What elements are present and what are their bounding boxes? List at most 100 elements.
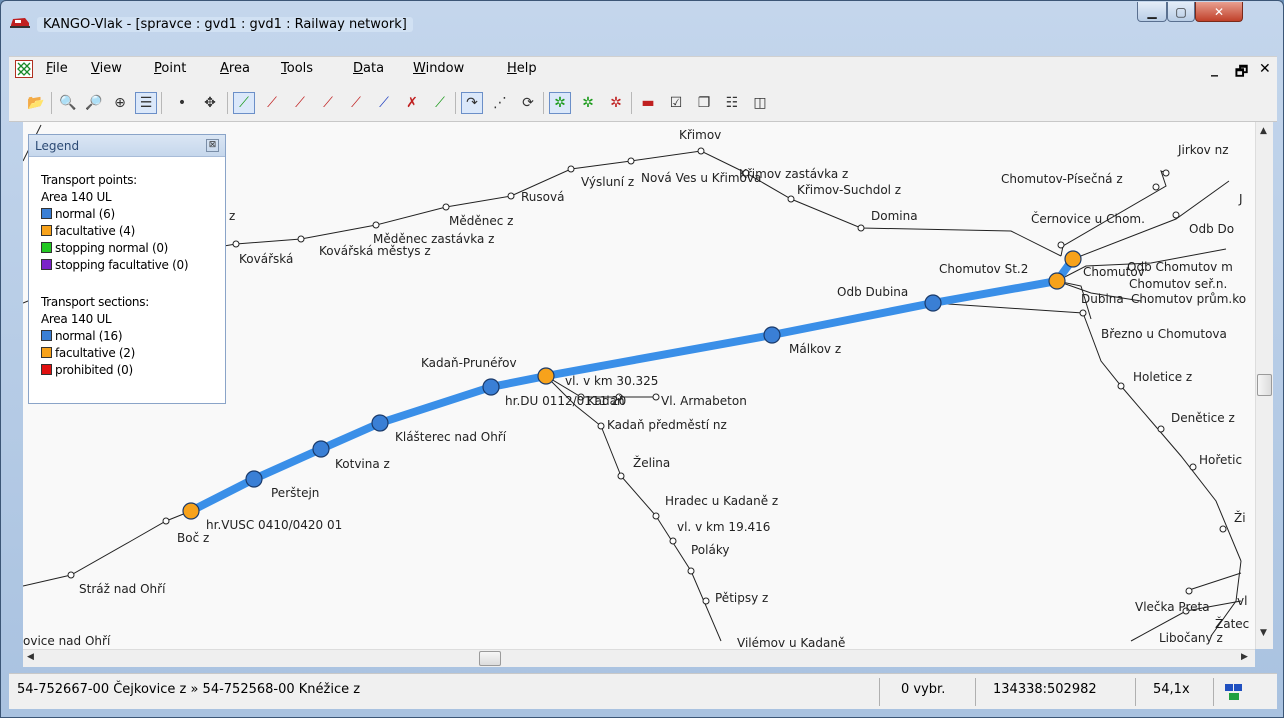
title-bar[interactable]: KANGO-Vlak - [spravce : gvd1 : gvd1 : Ra…: [1, 1, 1283, 49]
network-delete-icon[interactable]: ✲: [605, 92, 627, 114]
stop-marker[interactable]: [787, 195, 795, 203]
stop-marker[interactable]: [1117, 382, 1125, 390]
train-icon[interactable]: ▬: [637, 92, 659, 114]
map-label: z: [229, 209, 235, 223]
stop-marker[interactable]: [652, 512, 660, 520]
network-icon[interactable]: ✲: [549, 92, 571, 114]
normal-point[interactable]: [924, 294, 942, 312]
map-label: Kovářská městys z: [319, 244, 431, 258]
legend-swatch: [41, 330, 52, 341]
stop-marker[interactable]: [687, 567, 695, 575]
maximize-button[interactable]: ▢: [1167, 2, 1195, 22]
facultative-point[interactable]: [182, 502, 200, 520]
mdi-close-icon[interactable]: ✕: [1259, 61, 1271, 77]
route-refresh-icon[interactable]: ⟳: [517, 92, 539, 114]
vertical-scroll-thumb[interactable]: [1257, 374, 1272, 396]
checklist-icon[interactable]: ☑: [665, 92, 687, 114]
normal-point[interactable]: [371, 414, 389, 432]
section-z-icon[interactable]: ⟋: [289, 92, 311, 114]
stop-marker[interactable]: [67, 571, 75, 579]
stop-marker[interactable]: [1157, 425, 1165, 433]
stop-marker[interactable]: [567, 165, 575, 173]
document-icon[interactable]: [15, 60, 33, 78]
track-line: [1082, 312, 1242, 562]
legend-close-icon[interactable]: ⊠: [206, 139, 219, 152]
facultative-point[interactable]: [1048, 272, 1066, 290]
menu-point[interactable]: Point: [154, 61, 186, 76]
map-label: ovice nad Ohří: [23, 634, 111, 648]
facultative-point[interactable]: [1064, 250, 1082, 268]
mdi-minimize-icon[interactable]: _: [1211, 61, 1218, 77]
menu-view[interactable]: View: [91, 61, 122, 76]
menu-help[interactable]: Help: [507, 61, 537, 76]
scroll-left-icon[interactable]: ◀: [27, 652, 34, 662]
map-label: Kotvina z: [335, 457, 390, 471]
stop-marker[interactable]: [1172, 211, 1180, 219]
horizontal-scroll-thumb[interactable]: [479, 651, 501, 666]
stop-marker[interactable]: [372, 221, 380, 229]
route-icon[interactable]: ↷: [461, 92, 483, 114]
section-select-icon[interactable]: ⟋: [429, 92, 451, 114]
menu-area[interactable]: Area: [220, 61, 250, 76]
section-delete-icon[interactable]: ✗: [401, 92, 423, 114]
stop-marker[interactable]: [857, 224, 865, 232]
stop-marker[interactable]: [442, 203, 450, 211]
stop-marker[interactable]: [1189, 463, 1197, 471]
point-add-icon[interactable]: •: [171, 92, 193, 114]
toolbar-separator: [631, 92, 632, 114]
windows-vertical-icon[interactable]: ◫: [749, 92, 771, 114]
stop-marker[interactable]: [597, 422, 605, 430]
stop-marker[interactable]: [617, 472, 625, 480]
scroll-down-icon[interactable]: ▼: [1260, 628, 1267, 638]
stop-marker[interactable]: [162, 517, 170, 525]
stop-marker[interactable]: [1162, 169, 1170, 177]
stop-marker[interactable]: [627, 157, 635, 165]
windows-cascade-icon[interactable]: ❐: [693, 92, 715, 114]
stop-marker[interactable]: [1219, 525, 1227, 533]
map-label: hr.VUSC 0410/0420 01: [206, 518, 342, 532]
legend-header[interactable]: Legend ⊠: [29, 135, 225, 157]
section-icon[interactable]: ⟋: [233, 92, 255, 114]
close-button[interactable]: ✕: [1195, 2, 1243, 22]
stop-marker[interactable]: [507, 192, 515, 200]
stop-marker[interactable]: [697, 147, 705, 155]
windows-horizontal-icon[interactable]: ☷: [721, 92, 743, 114]
menu-data[interactable]: Data: [353, 61, 384, 76]
menu-file[interactable]: File: [46, 61, 68, 76]
list-view-icon[interactable]: ☰: [135, 92, 157, 114]
stop-marker[interactable]: [652, 393, 660, 401]
scroll-right-icon[interactable]: ▶: [1241, 652, 1248, 662]
scroll-up-icon[interactable]: ▲: [1260, 126, 1267, 136]
network-edit-icon[interactable]: ✲: [577, 92, 599, 114]
normal-point[interactable]: [763, 326, 781, 344]
legend-panel[interactable]: Legend ⊠ Transport points: Area 140 UL n…: [28, 134, 226, 404]
facultative-point[interactable]: [537, 367, 555, 385]
stop-marker[interactable]: [232, 240, 240, 248]
normal-point[interactable]: [245, 470, 263, 488]
vertical-scrollbar[interactable]: ▲ ▼: [1255, 122, 1273, 649]
open-icon[interactable]: 📂: [25, 92, 47, 114]
zoom-out-icon[interactable]: 🔎: [83, 92, 105, 114]
minimize-button[interactable]: ▁: [1137, 2, 1167, 22]
section-query-icon[interactable]: ⟋: [261, 92, 283, 114]
point-move-icon[interactable]: ✥: [199, 92, 221, 114]
section-edit-icon[interactable]: ⟋: [373, 92, 395, 114]
stop-marker[interactable]: [1057, 241, 1065, 249]
network-status-icon[interactable]: [1223, 682, 1245, 702]
zoom-in-icon[interactable]: 🔍: [57, 92, 79, 114]
section-draw-icon[interactable]: ⟋: [345, 92, 367, 114]
stop-marker[interactable]: [669, 537, 677, 545]
route-dots-icon[interactable]: ⋰: [489, 92, 511, 114]
horizontal-scrollbar[interactable]: ◀ ▶: [23, 649, 1255, 667]
zoom-fit-icon[interactable]: ⊕: [109, 92, 131, 114]
normal-point[interactable]: [482, 378, 500, 396]
stop-marker[interactable]: [1152, 183, 1160, 191]
stop-marker[interactable]: [1079, 309, 1087, 317]
stop-marker[interactable]: [702, 597, 710, 605]
stop-marker[interactable]: [1185, 587, 1193, 595]
stop-marker[interactable]: [297, 235, 305, 243]
menu-tools[interactable]: Tools: [281, 61, 313, 76]
section-zq-icon[interactable]: ⟋: [317, 92, 339, 114]
normal-point[interactable]: [312, 440, 330, 458]
menu-window[interactable]: Window: [413, 61, 464, 76]
